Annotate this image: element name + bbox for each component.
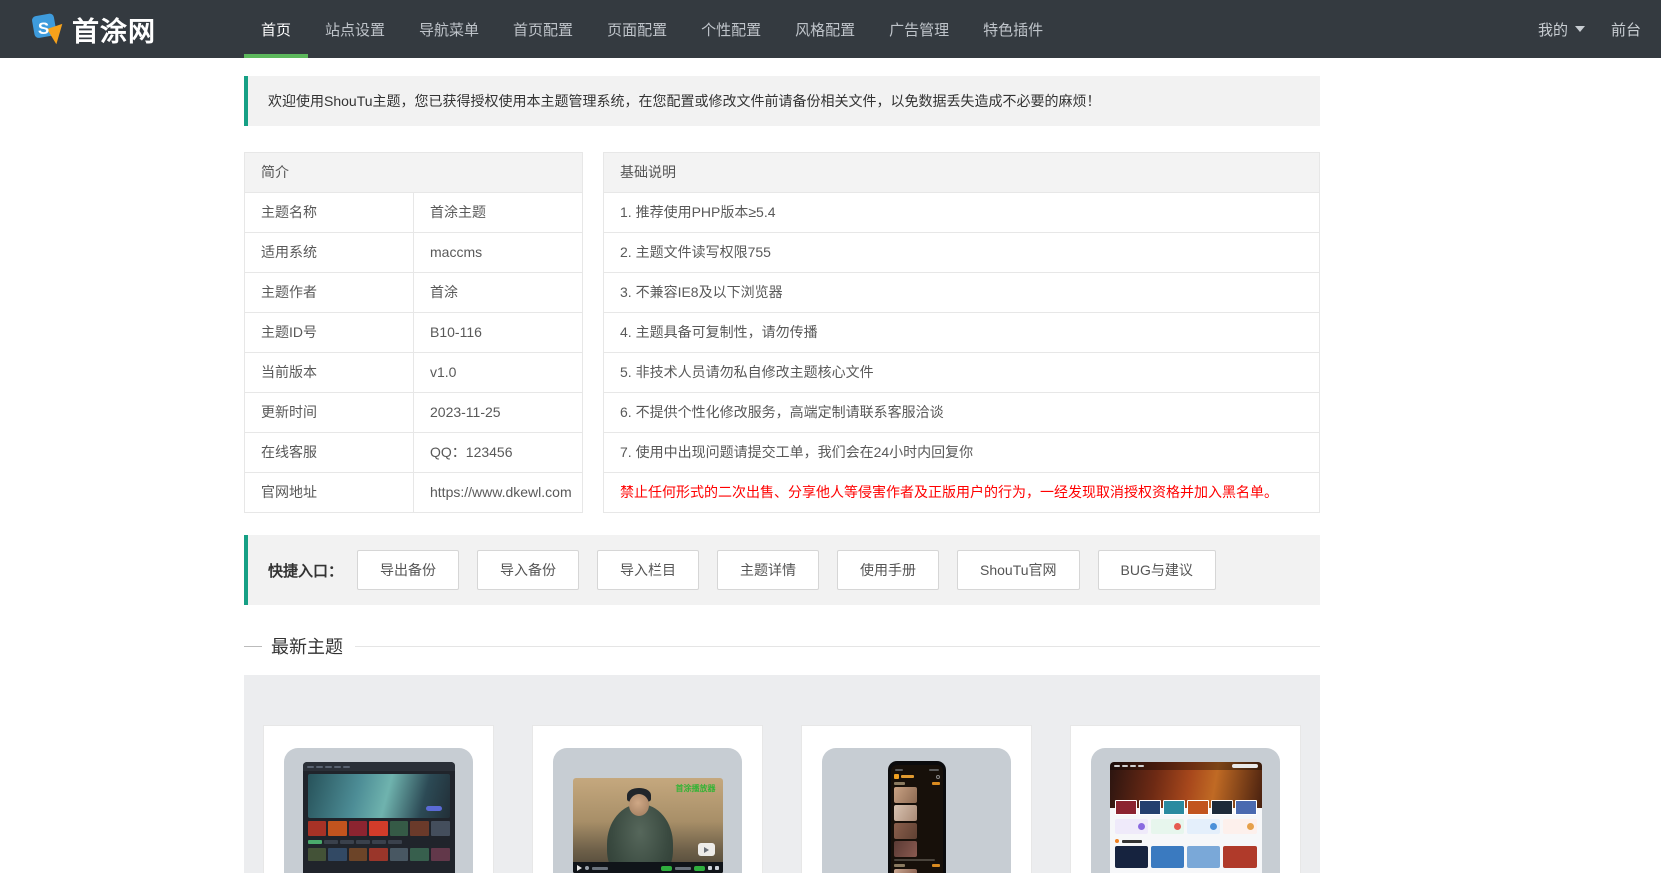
intro-table-title: 简介 (244, 152, 583, 193)
thumb-poster-row (1110, 800, 1262, 815)
latest-themes-heading: 最新主题 (244, 633, 1320, 659)
thumb-poster-row (307, 848, 450, 861)
thumb-poster-row (1110, 846, 1262, 868)
user-manual-button[interactable]: 使用手册 (837, 550, 940, 590)
thumb-poster-row (307, 821, 450, 836)
theme-thumbnail (822, 748, 1011, 873)
table-row: 3. 不兼容IE8及以下浏览器 (603, 272, 1320, 313)
header-right: 我的 前台 (1538, 0, 1641, 58)
my-dropdown[interactable]: 我的 (1538, 19, 1585, 40)
logo-text: 首涂网 (72, 16, 156, 47)
table-row: 1. 推荐使用PHP版本≥5.4 (603, 192, 1320, 233)
theme-thumbnail (284, 748, 473, 873)
my-dropdown-label: 我的 (1537, 21, 1568, 39)
thumb-art-video-player: 首涂播放器 (572, 778, 723, 873)
nav-item-featured-plugins[interactable]: 特色插件 (966, 0, 1060, 58)
thumb-art-dark-site (302, 762, 455, 873)
table-row: 4. 主题具备可复制性，请勿传播 (603, 312, 1320, 353)
main-nav: 首页 站点设置 导航菜单 首页配置 页面配置 个性配置 风格配置 广告管理 特色… (244, 0, 1060, 58)
license-warning: 禁止任何形式的二次出售、分享他人等侵害作者及正版用户的行为，一经发现取消授权资格… (603, 472, 1320, 513)
nav-item-nav-menu[interactable]: 导航菜单 (402, 0, 496, 58)
heading-rule (355, 645, 1320, 647)
latest-themes-panel: 首涂播放器 (244, 675, 1320, 873)
shoutu-site-button[interactable]: ShouTu官网 (957, 550, 1080, 590)
nav-item-ad-manage[interactable]: 广告管理 (872, 0, 966, 58)
svg-text:S: S (38, 19, 49, 38)
quick-entry-label: 快捷入口： (268, 562, 344, 580)
latest-themes-title: 最新主题 (271, 637, 343, 657)
theme-card-video-player[interactable]: 首涂播放器 (532, 725, 763, 873)
table-row: 当前版本 v1.0 (244, 352, 583, 393)
table-row: 7. 使用中出现问题请提交工单，我们会在24小时内回复你 (603, 432, 1320, 473)
notes-table-title: 基础说明 (603, 152, 1320, 193)
chevron-down-icon (1574, 26, 1585, 32)
heading-dash (244, 645, 262, 647)
thumb-photo-grid (893, 787, 940, 857)
volume-icon (584, 866, 589, 870)
quick-entry-bar: 快捷入口： 导出备份 导入备份 导入栏目 主题详情 使用手册 ShouTu官网 … (244, 535, 1320, 605)
table-row-warning: 禁止任何形式的二次出售、分享他人等侵害作者及正版用户的行为，一经发现取消授权资格… (603, 472, 1320, 513)
export-backup-button[interactable]: 导出备份 (357, 550, 460, 590)
table-row: 5. 非技术人员请勿私自修改主题核心文件 (603, 352, 1320, 393)
table-row: 主题作者 首涂 (244, 272, 583, 313)
theme-thumbnail: 首涂播放器 (553, 748, 742, 873)
official-site-url[interactable]: https://www.dkewl.com (413, 472, 583, 513)
thumb-feature-cards (1110, 815, 1262, 834)
nav-item-style-config[interactable]: 风格配置 (778, 0, 872, 58)
table-row: 2. 主题文件读写权限755 (603, 232, 1320, 273)
theme-card-dark-cinema[interactable] (263, 725, 494, 873)
notes-table: 基础说明 1. 推荐使用PHP版本≥5.4 2. 主题文件读写权限755 3. … (603, 152, 1320, 513)
table-row: 6. 不提供个性化修改服务，高端定制请联系客服洽谈 (603, 392, 1320, 433)
theme-card-game-portal[interactable] (1070, 725, 1301, 873)
player-watermark: 首涂播放器 (675, 784, 716, 793)
thumb-art-phone (887, 761, 946, 873)
thumb-art-game-site (1109, 762, 1262, 873)
theme-card-mobile-app[interactable] (801, 725, 1032, 873)
intro-table: 简介 主题名称 首涂主题 适用系统 maccms 主题作者 首涂 主题ID号 B10-1… (244, 152, 583, 513)
player-controls (572, 862, 723, 873)
nav-item-page-config[interactable]: 页面配置 (590, 0, 684, 58)
table-row: 主题名称 首涂主题 (244, 192, 583, 233)
table-row: 更新时间 2023-11-25 (244, 392, 583, 433)
welcome-message: 欢迎使用ShouTu主题，您已获得授权使用本主题管理系统，在您配置或修改文件前请… (268, 93, 1101, 109)
logo[interactable]: S 首涂网 (30, 0, 156, 58)
nav-item-personal-config[interactable]: 个性配置 (684, 0, 778, 58)
import-columns-button[interactable]: 导入栏目 (597, 550, 700, 590)
theme-details-button[interactable]: 主题详情 (717, 550, 820, 590)
top-navbar: S 首涂网 首页 站点设置 导航菜单 首页配置 页面配置 个性配置 风格配置 广… (0, 0, 1661, 58)
nav-item-home-config[interactable]: 首页配置 (496, 0, 590, 58)
nav-item-site-settings[interactable]: 站点设置 (308, 0, 402, 58)
table-row: 官网地址 https://www.dkewl.com (244, 472, 583, 513)
thumb-photo-grid (893, 869, 940, 873)
table-row: 适用系统 maccms (244, 232, 583, 273)
import-backup-button[interactable]: 导入备份 (477, 550, 580, 590)
bug-suggest-button[interactable]: BUG与建议 (1097, 550, 1216, 590)
theme-thumbnail (1091, 748, 1280, 873)
welcome-alert: 欢迎使用ShouTu主题，您已获得授权使用本主题管理系统，在您配置或修改文件前请… (244, 76, 1320, 126)
logo-icon: S (32, 13, 63, 45)
table-row: 在线客服 QQ：123456 (244, 432, 583, 473)
thumb-hero-banner (307, 774, 450, 818)
table-row: 主题ID号 B10-116 (244, 312, 583, 353)
play-button-icon (697, 843, 715, 856)
frontend-link[interactable]: 前台 (1611, 19, 1641, 40)
play-icon (576, 865, 582, 871)
nav-item-home[interactable]: 首页 (244, 0, 309, 58)
